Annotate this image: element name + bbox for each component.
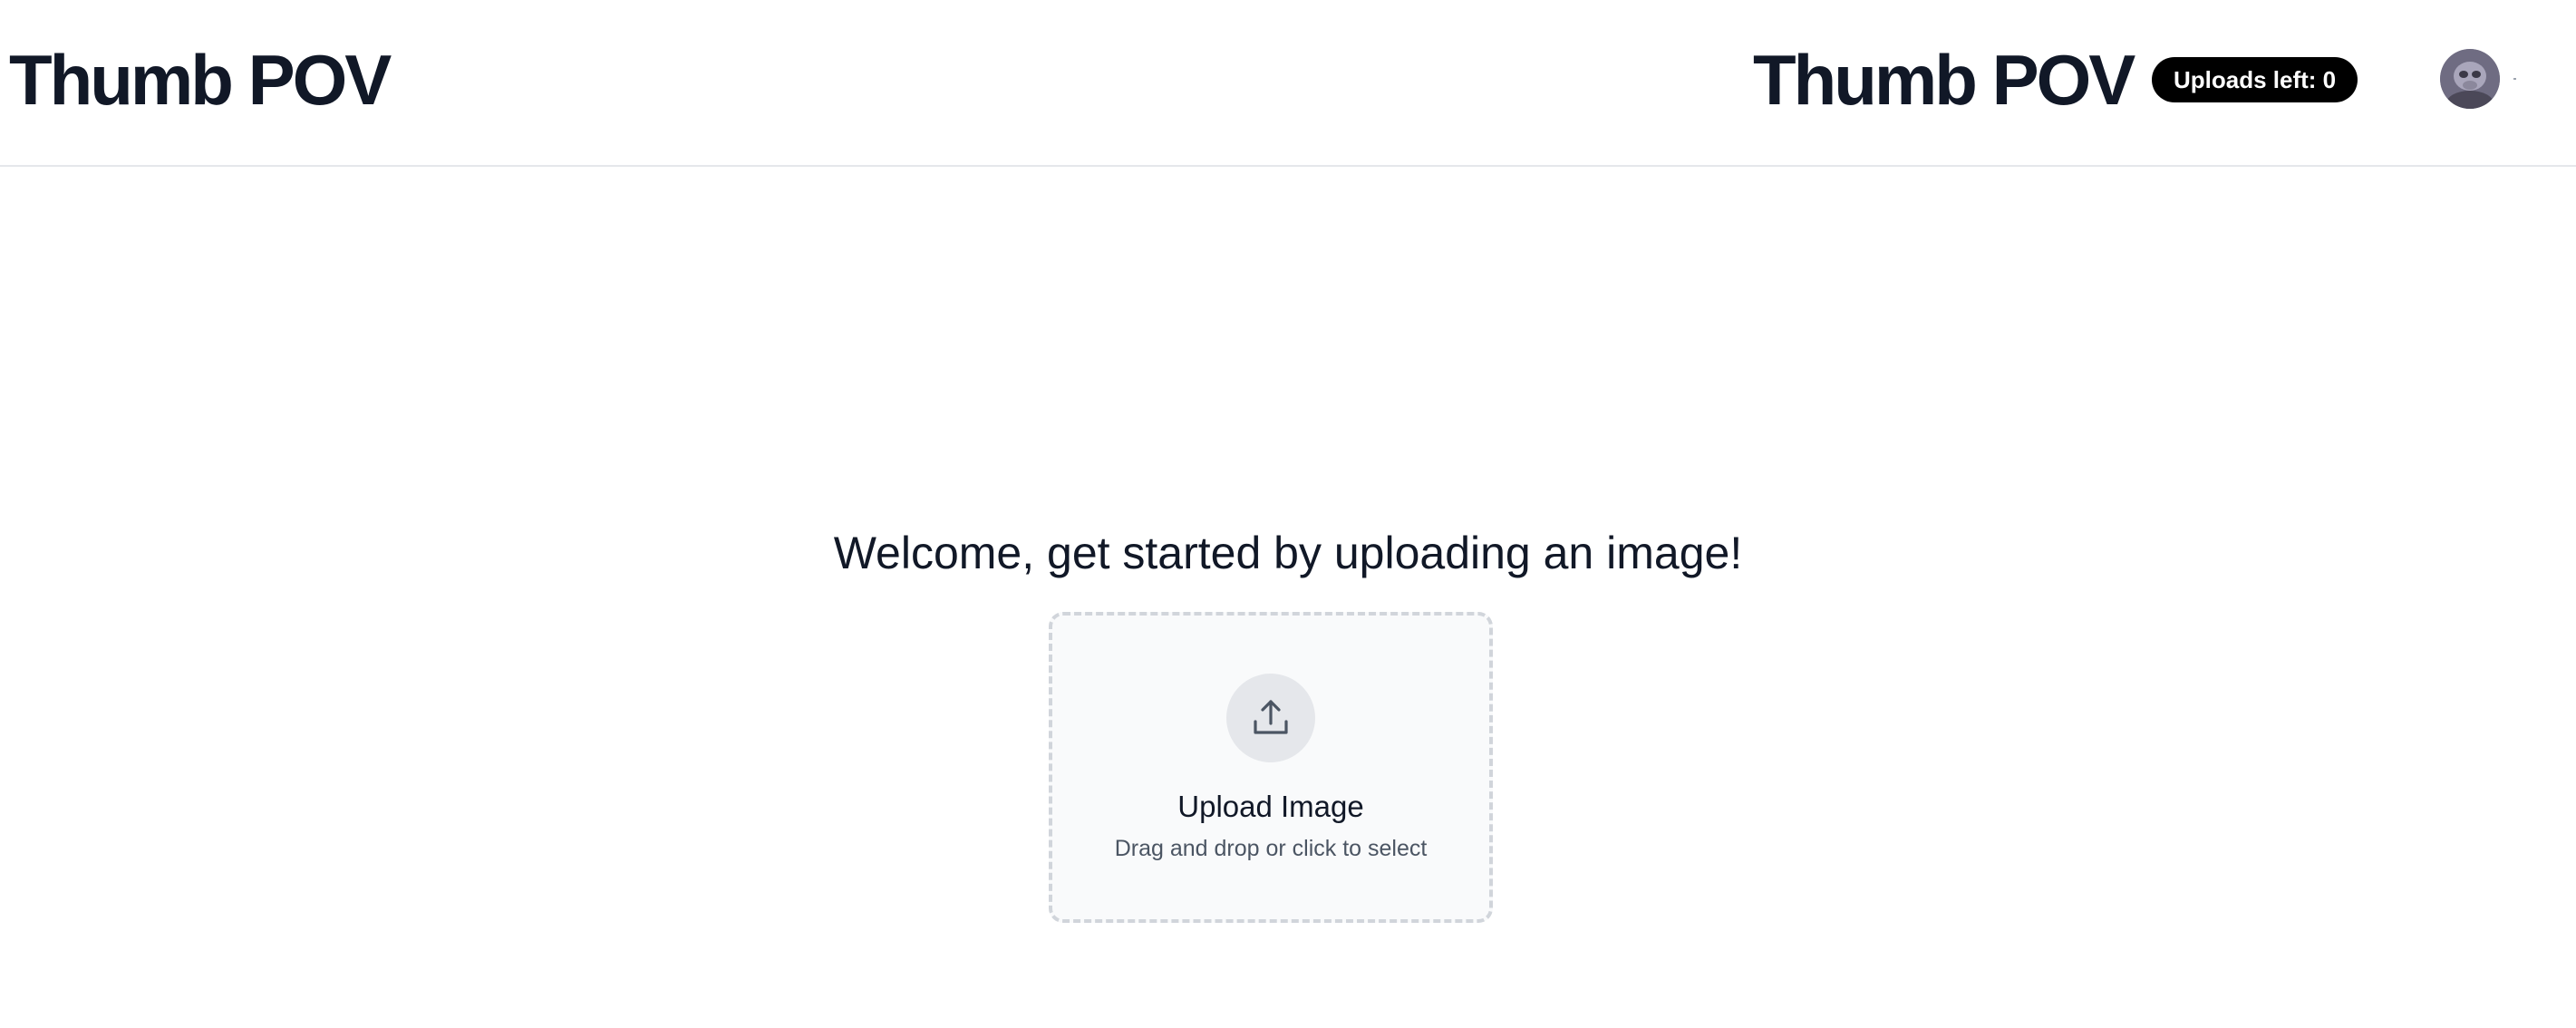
avatar-image-icon xyxy=(2440,49,2500,109)
uploads-left-badge: Uploads left: 0 xyxy=(2152,57,2358,102)
avatar-menu-indicator[interactable] xyxy=(2513,78,2516,80)
user-avatar[interactable] xyxy=(2440,49,2500,109)
brand-logo-right[interactable]: Thumb POV xyxy=(1753,36,2135,123)
upload-dropzone[interactable]: Upload Image Drag and drop or click to s… xyxy=(1049,612,1493,923)
app-header: Thumb POV Thumb POV Uploads left: 0 xyxy=(0,0,2576,167)
welcome-heading: Welcome, get started by uploading an ima… xyxy=(833,528,1743,578)
upload-title: Upload Image xyxy=(1177,790,1364,823)
brand-logo-left[interactable]: Thumb POV xyxy=(9,36,392,123)
upload-icon xyxy=(1254,700,1288,734)
upload-icon-circle xyxy=(1226,674,1315,762)
upload-subtitle: Drag and drop or click to select xyxy=(1114,836,1428,861)
